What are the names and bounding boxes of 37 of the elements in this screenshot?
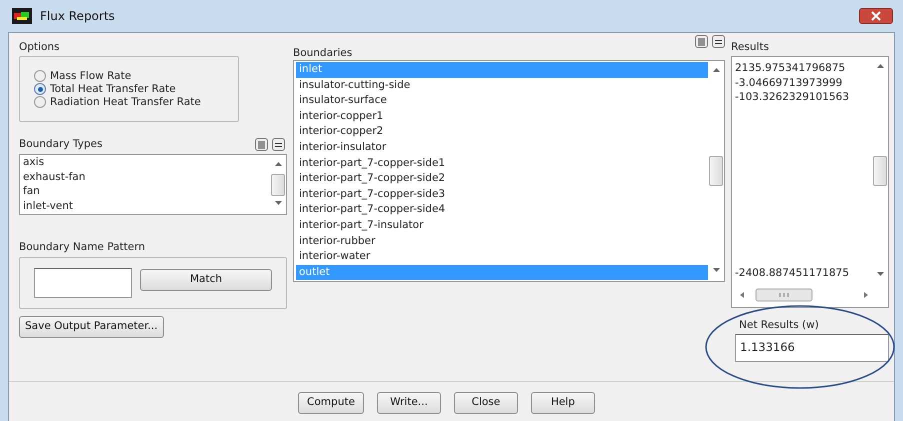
window-title: Flux Reports <box>40 8 115 25</box>
net-results-field: 1.133166 <box>735 334 889 362</box>
dialog-button[interactable]: Write... <box>376 392 441 414</box>
radio-label[interactable]: Radiation Heat Transfer Rate <box>50 96 201 108</box>
field-label: Net Results (w) <box>739 319 819 332</box>
list-item[interactable]: inlet-vent <box>20 198 270 214</box>
result-value: 2135.975341796875 <box>734 61 846 76</box>
list-item[interactable]: interior-part_7-insulator <box>296 218 708 234</box>
list-item[interactable]: interior-copper1 <box>296 108 708 124</box>
list-item[interactable]: interior-part_7-copper-side3 <box>296 186 708 202</box>
list-label: Boundary Types <box>19 138 102 151</box>
dialog-button[interactable]: Close <box>454 392 518 414</box>
list-item[interactable]: interior-part_7-copper-side1 <box>296 156 708 172</box>
list-item[interactable]: fan <box>20 184 270 199</box>
list-label: Results <box>731 41 770 54</box>
list-item[interactable]: insulator-surface <box>296 93 708 109</box>
group-label: Boundary Name Pattern <box>19 241 146 254</box>
list-item[interactable]: interior-part_7-copper-side4 <box>296 202 708 218</box>
result-value: -2408.887451171875 <box>734 266 850 281</box>
match-button[interactable]: Match <box>140 269 272 291</box>
list-item[interactable]: interior-insulator <box>296 140 708 156</box>
list-label: Boundaries <box>293 47 352 60</box>
group-label: Options <box>19 41 61 54</box>
dialog-button[interactable]: Help <box>530 392 595 414</box>
result-value: -3.04669713973999 <box>734 76 844 90</box>
save-output-parameter-button[interactable]: Save Output Parameter... <box>19 316 164 338</box>
result-value: -103.3262329101563 <box>734 90 850 105</box>
list-item[interactable]: interior-copper2 <box>296 124 708 140</box>
list-item[interactable]: interior-water <box>296 249 708 265</box>
dialog-button[interactable]: Compute <box>298 392 364 414</box>
list-item[interactable]: axis <box>20 155 270 170</box>
list-item[interactable]: interior-part_7-copper-side2 <box>296 171 708 187</box>
list-item[interactable]: exhaust-fan <box>20 170 270 184</box>
list-item[interactable]: insulator-cutting-side <box>296 78 708 94</box>
radio-label[interactable]: Total Heat Transfer Rate <box>50 82 176 96</box>
radio-label[interactable]: Mass Flow Rate <box>50 70 132 82</box>
list-item[interactable]: interior-rubber <box>296 234 708 250</box>
